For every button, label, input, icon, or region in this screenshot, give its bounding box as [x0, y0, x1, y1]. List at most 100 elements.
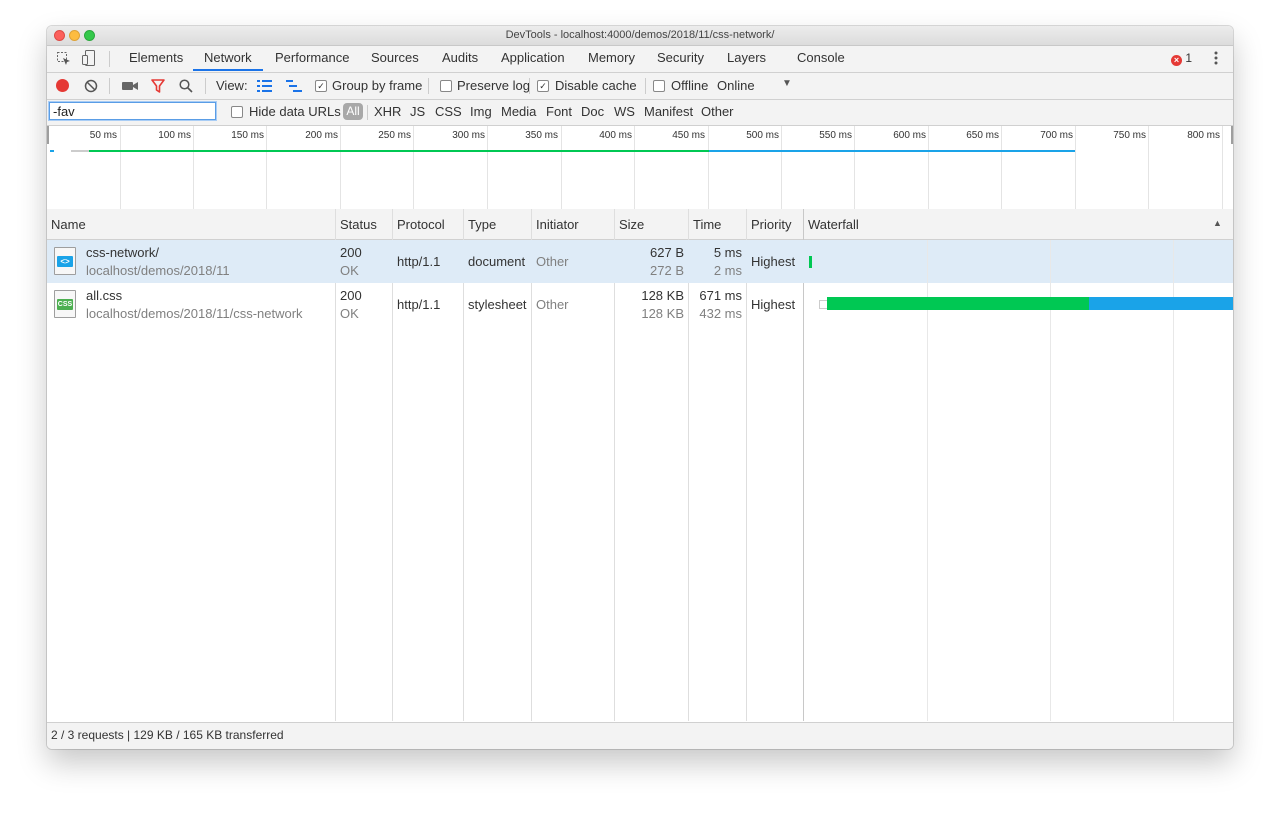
tab-application[interactable]: Application: [501, 50, 565, 65]
error-count: 1: [1185, 51, 1193, 65]
request-status: 200: [340, 288, 362, 303]
request-name: all.css: [86, 288, 123, 303]
filter-type-all[interactable]: All: [343, 103, 363, 120]
search-icon[interactable]: [179, 79, 193, 96]
filter-type-media[interactable]: Media: [501, 104, 536, 119]
request-resource-size: 272 B: [650, 263, 684, 278]
tab-security[interactable]: Security: [657, 50, 704, 65]
filter-type-xhr[interactable]: XHR: [374, 104, 401, 119]
filter-type-manifest[interactable]: Manifest: [644, 104, 693, 119]
hide-data-urls-label: Hide data URLs: [249, 104, 341, 119]
overview-tick: 650 ms: [966, 130, 999, 141]
filter-type-js[interactable]: JS: [410, 104, 425, 119]
column-header-waterfall[interactable]: Waterfall: [808, 217, 859, 232]
tab-performance[interactable]: Performance: [275, 50, 349, 65]
request-priority: Highest: [751, 254, 796, 269]
large-request-rows-icon[interactable]: [257, 80, 272, 95]
overview-handle-left[interactable]: [47, 126, 49, 144]
status-bar: 2 / 3 requests | 129 KB / 165 KB transfe…: [47, 722, 1233, 749]
disable-cache-checkbox[interactable]: ✓: [537, 80, 549, 92]
waterfall-bar-download: [1089, 297, 1233, 310]
active-tab-indicator: [193, 69, 263, 71]
group-by-frame-label: Group by frame: [332, 78, 423, 93]
overview-bar-download: [709, 150, 1075, 152]
request-status: 200: [340, 245, 362, 260]
waterfall-area[interactable]: [804, 240, 1233, 721]
tab-layers[interactable]: Layers: [727, 50, 766, 65]
request-status-text: OK: [340, 306, 359, 321]
overview-bar-waiting: [89, 150, 709, 152]
request-protocol: http/1.1: [397, 297, 441, 312]
filter-type-img[interactable]: Img: [470, 104, 492, 119]
request-resource-size: 128 KB: [641, 306, 684, 321]
filter-type-font[interactable]: Font: [546, 104, 572, 119]
column-header-size[interactable]: Size: [619, 217, 644, 232]
request-name: css-network/: [86, 245, 159, 260]
error-icon: ×: [1171, 55, 1182, 66]
overview-bar-document: [50, 150, 54, 152]
offline-checkbox[interactable]: [653, 80, 665, 92]
inspect-element-icon[interactable]: [56, 51, 72, 70]
request-latency: 2 ms: [713, 263, 742, 278]
request-priority: Highest: [751, 297, 796, 312]
panel-tab-bar: Elements Network Performance Sources Aud…: [47, 46, 1233, 73]
column-header-type[interactable]: Type: [468, 217, 496, 232]
request-size: 128 KB: [641, 288, 684, 303]
group-by-frame-checkbox[interactable]: ✓: [315, 80, 327, 92]
request-initiator: Other: [536, 297, 569, 312]
sort-ascending-icon[interactable]: ▲: [1213, 218, 1222, 228]
filter-type-doc[interactable]: Doc: [581, 104, 604, 119]
css-file-icon: CSS: [54, 290, 76, 318]
waterfall-bar-document: [809, 256, 812, 268]
devtools-window: DevTools - localhost:4000/demos/2018/11/…: [47, 26, 1233, 749]
column-header-status[interactable]: Status: [340, 217, 377, 232]
more-options-icon[interactable]: [1214, 50, 1218, 69]
overview-tick: 500 ms: [746, 130, 779, 141]
error-counter[interactable]: × 1: [1171, 51, 1192, 66]
request-table-header: Name Status Protocol Type Initiator Size…: [47, 209, 1233, 240]
preserve-log-checkbox[interactable]: [440, 80, 452, 92]
table-row[interactable]: <> css-network/ localhost/demos/2018/11 …: [47, 240, 804, 283]
column-header-time[interactable]: Time: [693, 217, 721, 232]
overview-bar-stall: [71, 150, 89, 152]
column-header-protocol[interactable]: Protocol: [397, 217, 445, 232]
table-row[interactable]: CSS all.css localhost/demos/2018/11/css-…: [47, 283, 804, 326]
overview-icon[interactable]: [286, 80, 302, 95]
capture-screenshots-icon[interactable]: [122, 80, 138, 95]
tab-console[interactable]: Console: [797, 50, 845, 65]
filter-type-other[interactable]: Other: [701, 104, 734, 119]
tab-memory[interactable]: Memory: [588, 50, 635, 65]
request-latency: 432 ms: [699, 306, 742, 321]
hide-data-urls-checkbox[interactable]: [231, 106, 243, 118]
device-toolbar-icon[interactable]: [82, 50, 96, 70]
overview-tick: 800 ms: [1187, 130, 1220, 141]
overview-tick: 200 ms: [305, 130, 338, 141]
throttling-select[interactable]: Online: [717, 78, 755, 93]
overview-tick: 450 ms: [672, 130, 705, 141]
throttling-dropdown-icon[interactable]: ▼: [782, 78, 792, 89]
filter-type-ws[interactable]: WS: [614, 104, 635, 119]
overview-handle-right[interactable]: [1231, 126, 1233, 144]
column-header-name[interactable]: Name: [51, 217, 86, 232]
overview-tick: 350 ms: [525, 130, 558, 141]
html-document-icon: <>: [54, 247, 76, 275]
clear-icon[interactable]: [84, 79, 98, 96]
column-header-priority[interactable]: Priority: [751, 217, 791, 232]
tab-sources[interactable]: Sources: [371, 50, 419, 65]
overview-tick: 750 ms: [1113, 130, 1146, 141]
timeline-overview[interactable]: 50 ms 100 ms 150 ms 200 ms 250 ms 300 ms…: [47, 126, 1233, 210]
overview-tick: 600 ms: [893, 130, 926, 141]
tab-audits[interactable]: Audits: [442, 50, 478, 65]
request-time: 671 ms: [699, 288, 742, 303]
window-title: DevTools - localhost:4000/demos/2018/11/…: [505, 29, 775, 41]
column-header-initiator[interactable]: Initiator: [536, 217, 579, 232]
filter-input[interactable]: [49, 102, 216, 120]
filter-type-css[interactable]: CSS: [435, 104, 462, 119]
tab-network[interactable]: Network: [204, 50, 252, 65]
record-icon[interactable]: [56, 79, 69, 92]
overview-tick: 550 ms: [819, 130, 852, 141]
view-label: View:: [216, 78, 248, 93]
filter-icon[interactable]: [151, 79, 165, 96]
tab-elements[interactable]: Elements: [129, 50, 183, 65]
filter-bar: Hide data URLs All XHR JS CSS Img Media …: [47, 100, 1233, 126]
